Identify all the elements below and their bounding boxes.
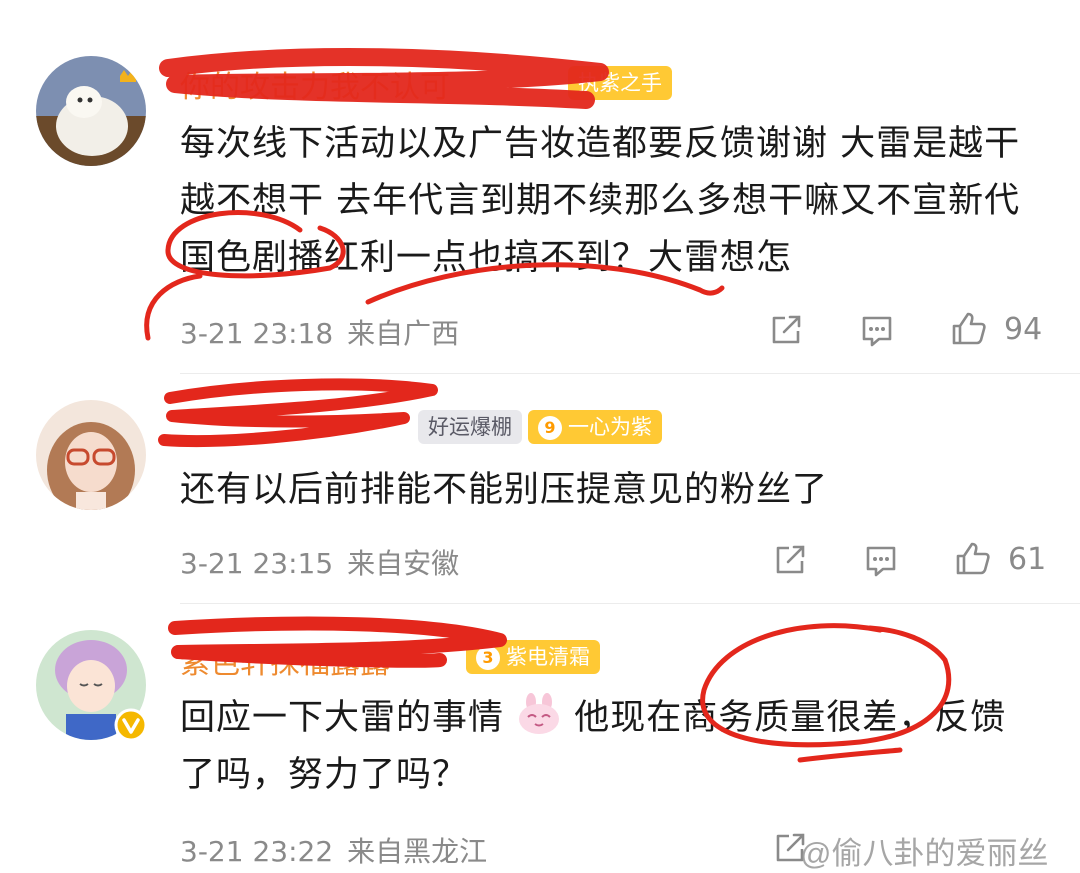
like-count: 61 [1008,542,1047,577]
timestamp: 3-21 23:18 [180,317,334,350]
comment-icon[interactable] [862,542,900,580]
watermark: @偷八卦的爱丽丝 [800,836,1049,871]
smiling-rabbit-emoji [519,693,560,734]
divider [180,603,1080,604]
timestamp: 3-21 23:15 [180,547,334,580]
badge-label: 好运爆棚 [428,415,512,439]
location: 来自黑龙江 [347,835,488,868]
location: 来自广西 [347,317,460,350]
timestamp: 3-21 23:22 [180,835,334,868]
avatar[interactable] [36,400,146,510]
badge-label: 执紫之手 [578,71,662,95]
share-icon[interactable] [772,542,808,578]
share-icon[interactable] [768,312,804,348]
verified-v-icon [114,708,148,742]
fan-badge: 3 紫电清霜 [466,640,600,674]
badge-label: 紫电清霜 [506,645,590,669]
fan-badge: 9 一心为紫 [528,410,662,444]
comment-text: 还有以后前排能不能别压提意见的粉丝了 [180,470,829,510]
badge-label: 一心为紫 [568,415,652,439]
username[interactable]: 你的攻击力我不认可 [180,62,450,106]
badge-level: 9 [538,416,562,440]
comment-text-part-1: 回应一下大雷的事情 [180,698,505,738]
comment-feed: 你的攻击力我不认可 执紫之手 每次线下活动以及广告妆造都要反馈谢谢 大雷是越干越… [0,0,1080,873]
comment-meta: 3-21 23:22 来自黑龙江 [180,830,487,870]
divider [180,373,1080,374]
comment-meta: 3-21 23:15 来自安徽 [180,542,459,582]
comment-icon[interactable] [858,312,896,350]
badge-level: 3 [476,646,500,670]
location: 来自安徽 [347,547,460,580]
comment-text: 每次线下活动以及广告妆造都要反馈谢谢 大雷是越干越不想干 去年代言到期不续那么多… [180,124,1021,278]
like-icon[interactable] [954,540,992,578]
comment-text: 回应一下大雷的事情 他现在商务质量很差，反馈了吗，努力了吗？ [180,690,1040,804]
like-count: 94 [1004,312,1043,347]
comment-meta: 3-21 23:18 来自广西 [180,312,459,352]
avatar[interactable] [36,56,146,166]
luck-badge: 好运爆棚 [418,410,522,444]
username[interactable]: 紫色轩探福露露 [180,638,390,682]
fan-badge: 执紫之手 [568,66,672,100]
like-icon[interactable] [950,310,988,348]
